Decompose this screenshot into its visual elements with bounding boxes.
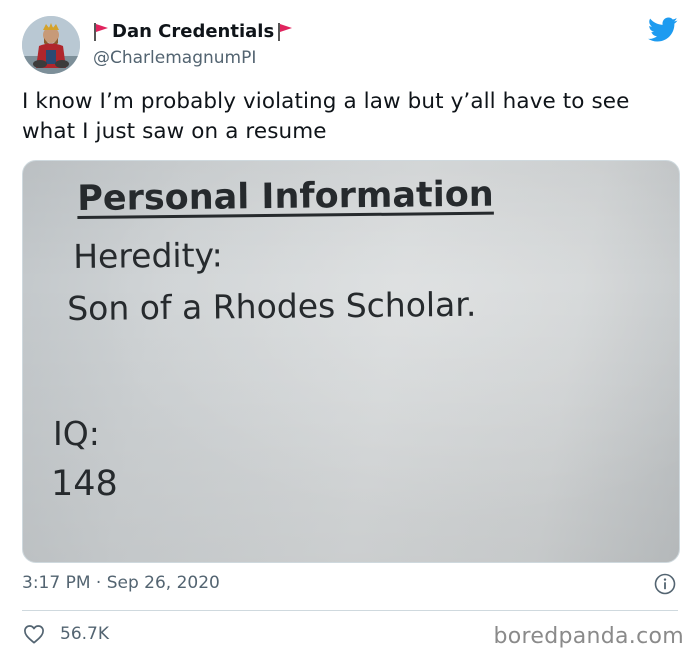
red-flag-icon [277,22,293,42]
info-icon[interactable] [654,573,676,595]
photo-heredity-value: Son of a Rhodes Scholar. [67,284,477,328]
tweet-timestamp[interactable]: 3:17 PM · Sep 26, 2020 [22,572,220,594]
divider [22,610,678,611]
tweet-photo[interactable]: Personal Information Heredity: Son of a … [22,160,680,563]
author-handle[interactable]: @CharlemagnumPI [93,47,256,69]
watermark: boredpanda.com [493,624,684,649]
twitter-bird-icon[interactable] [648,17,678,43]
photo-iq-label: IQ: [53,414,100,453]
like-count: 56.7K [60,624,109,644]
author-name-row[interactable]: Dan Credentials [93,20,293,44]
tweet-card: Dan Credentials @CharlemagnumPI I know I… [0,0,700,664]
avatar-image [22,16,80,74]
tweet-text: I know I’m probably violating a law but … [22,89,630,144]
red-flag-icon [93,22,109,42]
photo-iq-value: 148 [51,464,118,504]
avatar[interactable] [22,16,80,74]
photo-heading: Personal Information [77,174,494,219]
author-display-name: Dan Credentials [112,21,275,42]
heart-icon[interactable] [23,624,45,644]
photo-heredity-label: Heredity: [73,235,223,276]
photo-shading [23,161,679,562]
